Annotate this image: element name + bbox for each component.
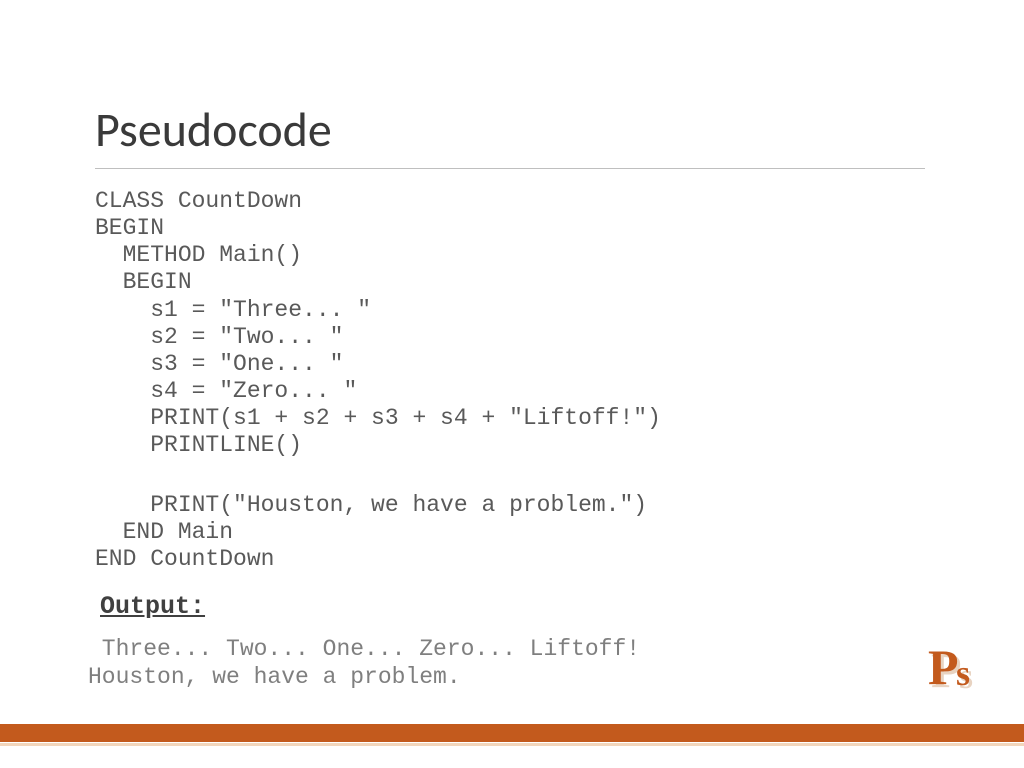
pseudocode-block-1: CLASS CountDown BEGIN METHOD Main() BEGI… xyxy=(95,188,661,459)
footer-accent-bar xyxy=(0,724,1024,742)
output-heading: Output: xyxy=(100,592,205,621)
slide-title: Pseudocode xyxy=(95,100,332,159)
ps-logo: P P s s xyxy=(928,638,986,696)
pseudocode-block-2: PRINT("Houston, we have a problem.") END… xyxy=(95,492,647,573)
logo-p: P xyxy=(928,638,959,696)
title-divider xyxy=(95,168,925,169)
logo-s: s xyxy=(956,652,970,694)
output-text: Three... Two... One... Zero... Liftoff! … xyxy=(88,636,640,691)
footer-accent-line xyxy=(0,743,1024,746)
slide: Pseudocode CLASS CountDown BEGIN METHOD … xyxy=(0,0,1024,768)
